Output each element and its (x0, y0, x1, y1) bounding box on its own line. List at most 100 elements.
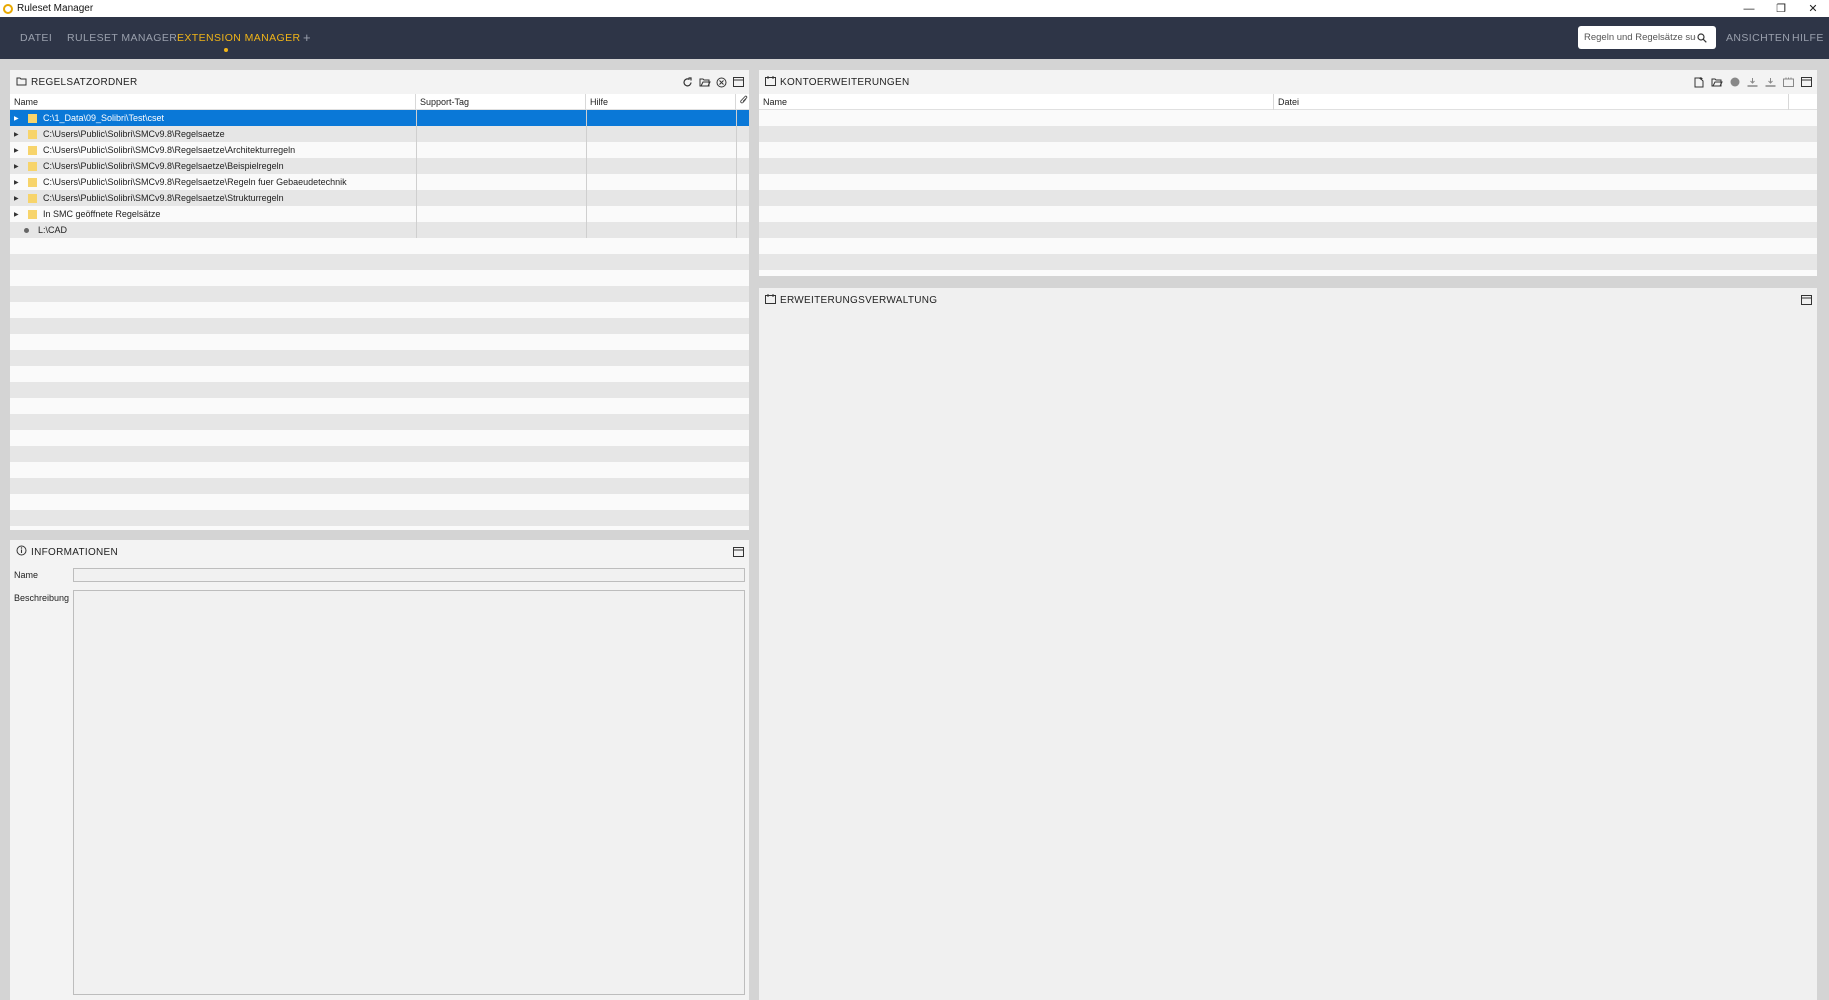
empty-row (759, 238, 1817, 254)
window-title: Ruleset Manager (17, 3, 94, 14)
empty-row[interactable] (10, 446, 749, 462)
table-row[interactable]: L:\CAD (10, 222, 749, 238)
table-row[interactable]: ▶ C:\1_Data\09_Solibri\Test\cset (10, 110, 749, 126)
expand-arrow-icon[interactable]: ▶ (14, 211, 22, 218)
empty-row[interactable] (10, 398, 749, 414)
nav-ansichten[interactable]: ANSICHTEN (1726, 32, 1790, 44)
column-header-attachment[interactable] (736, 94, 749, 110)
empty-row[interactable] (10, 270, 749, 286)
empty-row[interactable] (10, 382, 749, 398)
table-row[interactable]: ▶ C:\Users\Public\Solibri\SMCv9.8\Regelsa… (10, 158, 749, 174)
empty-row[interactable] (10, 430, 749, 446)
download-all-icon[interactable] (1764, 76, 1777, 89)
empty-row[interactable] (10, 462, 749, 478)
expand-arrow-icon[interactable]: ▶ (14, 115, 22, 122)
maximize-icon[interactable] (1800, 76, 1813, 89)
expand-arrow-icon[interactable]: ▶ (14, 131, 22, 138)
expand-arrow-icon[interactable]: ▶ (14, 179, 22, 186)
tree-node: L:\CAD (10, 222, 67, 238)
folder-icon (28, 193, 37, 203)
ruleset-rows: ▶ C:\1_Data\09_Solibri\Test\cset ▶ C:\Users… (10, 110, 749, 526)
main-navbar: DATEI RULESET MANAGER EXTENSION MANAGER … (0, 17, 1829, 59)
globe-icon[interactable] (1728, 76, 1741, 89)
remove-icon[interactable] (715, 76, 728, 89)
beschreibung-label: Beschreibung (14, 593, 70, 603)
open-folder-icon[interactable] (698, 76, 711, 89)
empty-row (759, 190, 1817, 206)
package-icon[interactable] (1782, 76, 1795, 89)
panel-title: INFORMATIONEN (31, 546, 119, 558)
empty-row (759, 158, 1817, 174)
nav-extension-manager[interactable]: EXTENSION MANAGER (177, 32, 300, 44)
empty-row[interactable] (10, 318, 749, 334)
tree-node: ▶ C:\Users\Public\Solibri\SMCv9.8\Regelsa… (10, 126, 225, 142)
column-header-hilfe[interactable]: Hilfe (586, 94, 736, 110)
window-titlebar: Ruleset Manager — ❐ ✕ (0, 0, 1829, 17)
maximize-icon[interactable] (1800, 294, 1813, 307)
column-separator (736, 110, 737, 126)
folder-icon (28, 113, 37, 123)
refresh-icon[interactable] (681, 76, 694, 89)
name-field[interactable] (73, 568, 745, 582)
column-separator (586, 110, 587, 126)
empty-row[interactable] (10, 494, 749, 510)
column-separator (416, 142, 417, 158)
minimize-button[interactable]: — (1733, 0, 1765, 17)
column-header-support-tag[interactable]: Support-Tag (416, 94, 586, 110)
table-row[interactable]: ▶ C:\Users\Public\Solibri\SMCv9.8\Regelsa… (10, 142, 749, 158)
column-header-name[interactable]: Name (10, 94, 416, 110)
nav-hilfe[interactable]: HILFE (1792, 32, 1824, 44)
column-header-name[interactable]: Name (759, 94, 1274, 110)
download-icon[interactable] (1746, 76, 1759, 89)
restore-button[interactable]: ❐ (1765, 0, 1797, 17)
folder-open-icon (16, 76, 27, 89)
beschreibung-field[interactable] (73, 590, 745, 995)
expand-arrow-icon[interactable]: ▶ (14, 163, 22, 170)
empty-row (759, 254, 1817, 270)
column-separator (586, 222, 587, 238)
column-separator (736, 222, 737, 238)
tree-node-label: C:\Users\Public\Solibri\SMCv9.8\Regelsae… (43, 193, 284, 203)
new-file-icon[interactable] (1692, 76, 1705, 89)
empty-row (759, 206, 1817, 222)
column-header-datei[interactable]: Datei (1274, 94, 1789, 110)
search-icon[interactable] (1696, 32, 1708, 44)
table-row[interactable]: ▶ C:\Users\Public\Solibri\SMCv9.8\Regelsa… (10, 174, 749, 190)
column-separator (736, 174, 737, 190)
empty-row[interactable] (10, 334, 749, 350)
empty-row (759, 126, 1817, 142)
empty-row[interactable] (10, 254, 749, 270)
nav-datei[interactable]: DATEI (20, 32, 52, 44)
column-separator (416, 222, 417, 238)
expand-arrow-icon[interactable]: ▶ (14, 147, 22, 154)
empty-row[interactable] (10, 350, 749, 366)
maximize-icon[interactable] (732, 546, 745, 559)
panel-title: REGELSATZORDNER (31, 76, 138, 88)
empty-row[interactable] (10, 366, 749, 382)
panel-header: INFORMATIONEN (10, 540, 749, 564)
empty-row[interactable] (10, 286, 749, 302)
column-separator (736, 126, 737, 142)
search-input[interactable] (1584, 32, 1696, 43)
empty-row[interactable] (10, 510, 749, 526)
empty-row[interactable] (10, 478, 749, 494)
table-row[interactable]: ▶ In SMC geöffnete Regelsätze (10, 206, 749, 222)
nav-add-tab[interactable]: + (303, 30, 311, 45)
column-separator (586, 126, 587, 142)
column-separator (736, 158, 737, 174)
tree-node: ▶ C:\Users\Public\Solibri\SMCv9.8\Regelsa… (10, 142, 295, 158)
nav-ruleset-manager[interactable]: RULESET MANAGER (67, 32, 177, 44)
maximize-icon[interactable] (732, 76, 745, 89)
tree-node: ▶ C:\Users\Public\Solibri\SMCv9.8\Regelsa… (10, 174, 347, 190)
column-separator (736, 190, 737, 206)
table-header: Name Support-Tag Hilfe (10, 94, 749, 110)
empty-row[interactable] (10, 238, 749, 254)
table-row[interactable]: ▶ C:\Users\Public\Solibri\SMCv9.8\Regelsa… (10, 190, 749, 206)
close-button[interactable]: ✕ (1797, 0, 1829, 17)
empty-row[interactable] (10, 414, 749, 430)
column-separator (416, 206, 417, 222)
empty-row[interactable] (10, 302, 749, 318)
open-folder-icon[interactable] (1710, 76, 1723, 89)
expand-arrow-icon[interactable]: ▶ (14, 195, 22, 202)
table-row[interactable]: ▶ C:\Users\Public\Solibri\SMCv9.8\Regelsa… (10, 126, 749, 142)
